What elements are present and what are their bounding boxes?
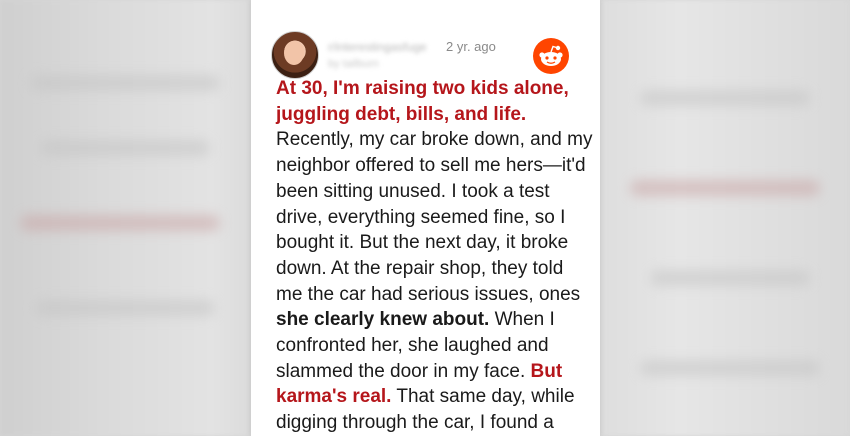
background-blur-line [630, 180, 820, 196]
post-time: 2 yr. ago [446, 39, 496, 54]
background-blur-line [35, 300, 215, 316]
post-headline: At 30, I'm raising two kids alone, juggl… [276, 78, 569, 125]
background-blur-line [30, 75, 220, 91]
post-body: Recently, my car broke down, and my neig… [276, 129, 593, 305]
background-blur-line [20, 215, 220, 231]
background-blur-line [640, 360, 820, 376]
avatar-face [284, 41, 304, 65]
post-text: At 30, I'm raising two kids alone, juggl… [276, 76, 594, 436]
post-bold-text: she clearly knew about. [276, 309, 490, 331]
reddit-logo-icon [533, 38, 569, 74]
background-blur-line [40, 140, 210, 156]
username-blurred[interactable]: r/interestingasfuge [328, 40, 436, 54]
background-blur-line [640, 90, 810, 106]
byline-blurred: by tailburn [328, 58, 379, 70]
background-blur-line [650, 270, 810, 286]
